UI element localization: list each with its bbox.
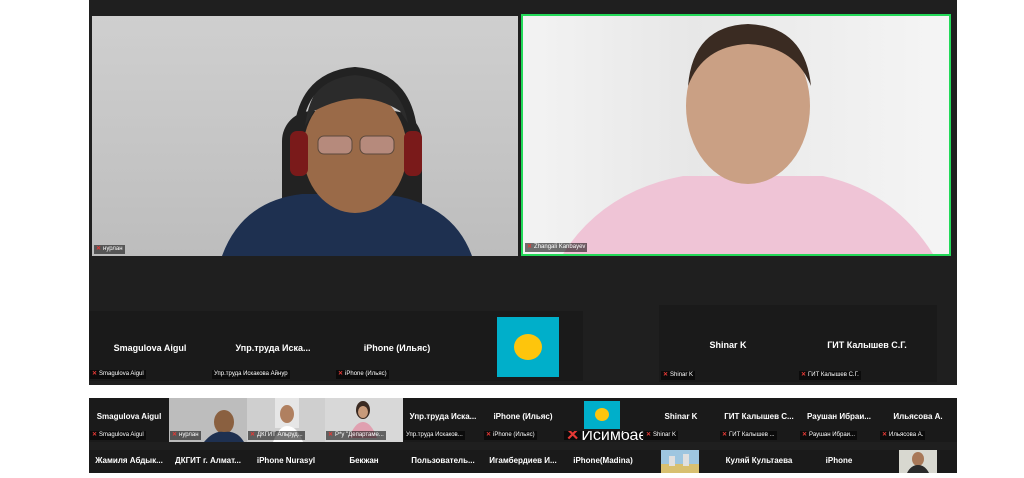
video-tile-nurlan[interactable]: ✕ нурлан bbox=[92, 16, 518, 256]
participant-title: Игамбердиев И... bbox=[489, 456, 557, 465]
participant-title: Упр.труда Иска... bbox=[409, 412, 477, 421]
mic-muted-icon: ✕ bbox=[722, 432, 728, 438]
video-tile-active-speaker[interactable]: ✕ Zhangali Kanbayev bbox=[521, 14, 951, 256]
participant-video-image bbox=[899, 450, 937, 473]
participant-title: Shinar K bbox=[709, 340, 747, 350]
participant-tile[interactable]: iPhone (Ильяс) ✕ iPhone (Ильяс) bbox=[335, 311, 459, 381]
participant-tile[interactable]: iPhone(Madina) bbox=[563, 450, 643, 473]
participant-title: iPhone (Ильяс) bbox=[493, 412, 553, 421]
participant-video-tile[interactable] bbox=[879, 450, 957, 473]
participant-tile[interactable]: ГИТ Калышев С... ✕ ГИТ Калышев ... bbox=[719, 398, 799, 442]
mic-muted-icon: ✕ bbox=[96, 246, 102, 252]
participant-tile[interactable]: Упр.труда Иска... Упр.труда Искакова Айн… bbox=[211, 311, 335, 381]
participant-tile-flag[interactable]: ✕Исимбаева Ж.Б... bbox=[563, 398, 714, 442]
participant-tile[interactable]: Shinar K ✕ Shinar K bbox=[643, 398, 719, 442]
kazakhstan-flag-icon bbox=[584, 401, 620, 429]
participant-name-label: ✕ iPhone (Ильяс) bbox=[336, 370, 389, 379]
participant-title: Куляй Культаева bbox=[725, 456, 793, 465]
participant-name-label: ✕ Shinar K bbox=[644, 431, 679, 440]
gallery-panel-top: ✕ нурлан ✕ Zhangali Kanbayev Smagulova Aig… bbox=[89, 0, 957, 385]
participant-video-image bbox=[563, 24, 933, 254]
mic-muted-icon: ✕ bbox=[527, 244, 533, 250]
participant-tile[interactable]: Smagulova Aigul ✕ Smagulova Aigul bbox=[89, 398, 169, 442]
mic-muted-icon: ✕ bbox=[663, 372, 669, 378]
participant-name-label: ✕ нурлан bbox=[94, 245, 125, 254]
participant-title: ГИТ Калышев С.Г. bbox=[827, 340, 907, 350]
participant-tile[interactable]: Жамиля Абдык... bbox=[89, 450, 169, 473]
participant-name-label: ✕ ДКГИТ Альруд... bbox=[248, 431, 305, 440]
participant-title: ГИТ Калышев С... bbox=[724, 412, 794, 421]
participant-tile[interactable]: Куляй Культаева bbox=[719, 450, 799, 473]
mic-muted-icon: ✕ bbox=[92, 432, 98, 438]
mic-muted-icon: ✕ bbox=[486, 432, 492, 438]
participant-title: ДКГИТ г. Алмат... bbox=[175, 456, 241, 465]
participant-title: Ильясова А. bbox=[893, 412, 943, 421]
participant-name-label: ✕ нурлан bbox=[170, 431, 201, 440]
participant-video-tile[interactable]: ✕ Р*у "Департаме... bbox=[325, 398, 403, 442]
participant-tile[interactable]: Shinar K ✕ Shinar K bbox=[659, 305, 797, 382]
participant-name-label: ✕ Раушан Ибраи... bbox=[800, 431, 858, 440]
participant-title: iPhone(Madina) bbox=[573, 456, 633, 465]
participant-tile[interactable]: Smagulova Aigul ✕ Smagulova Aigul bbox=[89, 311, 211, 381]
participant-name-label: ✕ ГИТ Калышев ... bbox=[720, 431, 777, 440]
participant-title: Раушан Ибраи... bbox=[807, 412, 871, 421]
participant-tile[interactable]: ГИТ Калышев С.Г. ✕ ГИТ Калышев С.Г. bbox=[797, 305, 937, 382]
participant-name-label: ✕ Shinar K bbox=[661, 371, 696, 380]
participant-tile[interactable]: Ильясова А. ✕ Ильясова А. bbox=[879, 398, 957, 442]
participant-name-label: ✕ Smagulova Aigul bbox=[90, 431, 146, 440]
mic-muted-icon: ✕ bbox=[566, 431, 580, 440]
participant-tile[interactable]: Раушан Ибраи... ✕ Раушан Ибраи... bbox=[799, 398, 879, 442]
participant-name-label: Упр.труда Искаков... bbox=[404, 431, 465, 440]
participant-video-tile[interactable]: ✕ нурлан bbox=[169, 398, 247, 442]
mic-muted-icon: ✕ bbox=[328, 432, 334, 438]
participant-title: Shinar K bbox=[664, 412, 698, 421]
participant-name-label: ✕ Smagulova Aigul bbox=[90, 370, 146, 379]
mic-muted-icon: ✕ bbox=[801, 372, 807, 378]
participant-tile-flag[interactable] bbox=[459, 311, 583, 381]
participant-tile[interactable]: Бекжан bbox=[325, 450, 403, 473]
mic-muted-icon: ✕ bbox=[92, 371, 98, 377]
participant-video-image bbox=[222, 66, 472, 256]
sun-icon bbox=[514, 334, 542, 360]
participant-name-label: ✕ iPhone (Ильяс) bbox=[484, 431, 537, 440]
participant-tile[interactable]: Пользователь... bbox=[403, 450, 483, 473]
participant-video-tile[interactable]: ✕ ДКГИТ Альруд... bbox=[247, 398, 325, 442]
participant-tile[interactable]: Упр.труда Иска... Упр.труда Искаков... bbox=[403, 398, 483, 442]
mic-muted-icon: ✕ bbox=[802, 432, 808, 438]
participant-title: Smagulova Aigul bbox=[113, 343, 187, 353]
mic-muted-icon: ✕ bbox=[250, 432, 256, 438]
participant-title: Пользователь... bbox=[411, 456, 475, 465]
mic-muted-icon: ✕ bbox=[882, 432, 888, 438]
landscape-image bbox=[661, 450, 699, 473]
gallery-panel-bottom: Smagulova Aigul ✕ Smagulova Aigul ✕ нурлан… bbox=[89, 398, 957, 473]
participant-title: Упр.труда Иска... bbox=[235, 343, 311, 353]
kazakhstan-flag-icon bbox=[497, 317, 559, 377]
participant-tile[interactable]: iPhone (Ильяс) ✕ iPhone (Ильяс) bbox=[483, 398, 563, 442]
participant-title: Бекжан bbox=[349, 456, 379, 465]
participant-tile[interactable]: iPhone bbox=[799, 450, 879, 473]
participant-title: iPhone Nurasyl bbox=[256, 456, 316, 465]
participant-name-label: Упр.труда Искакова Айнур bbox=[212, 370, 290, 379]
participant-tile[interactable]: Игамбердиев И... bbox=[483, 450, 563, 473]
participant-title: iPhone bbox=[825, 456, 853, 465]
participant-tile[interactable]: ДКГИТ г. Алмат... bbox=[169, 450, 247, 473]
sun-icon bbox=[595, 408, 609, 421]
participant-name-label: ✕ Р*у "Департаме... bbox=[326, 431, 386, 440]
mic-muted-icon: ✕ bbox=[646, 432, 652, 438]
participant-tile[interactable]: iPhone Nurasyl bbox=[247, 450, 325, 473]
participant-name-label: ✕ Ильясова А. bbox=[880, 431, 926, 440]
mic-muted-icon: ✕ bbox=[172, 432, 178, 438]
participant-video-tile[interactable] bbox=[643, 450, 719, 473]
participant-title: Жамиля Абдык... bbox=[95, 456, 163, 465]
participant-name-label: ✕ Zhangali Kanbayev bbox=[525, 243, 588, 252]
participant-name-label: ✕ ГИТ Калышев С.Г. bbox=[799, 371, 861, 380]
participant-title: Smagulova Aigul bbox=[96, 412, 162, 421]
mic-muted-icon: ✕ bbox=[338, 371, 344, 377]
participant-title: iPhone (Ильяс) bbox=[363, 343, 431, 353]
